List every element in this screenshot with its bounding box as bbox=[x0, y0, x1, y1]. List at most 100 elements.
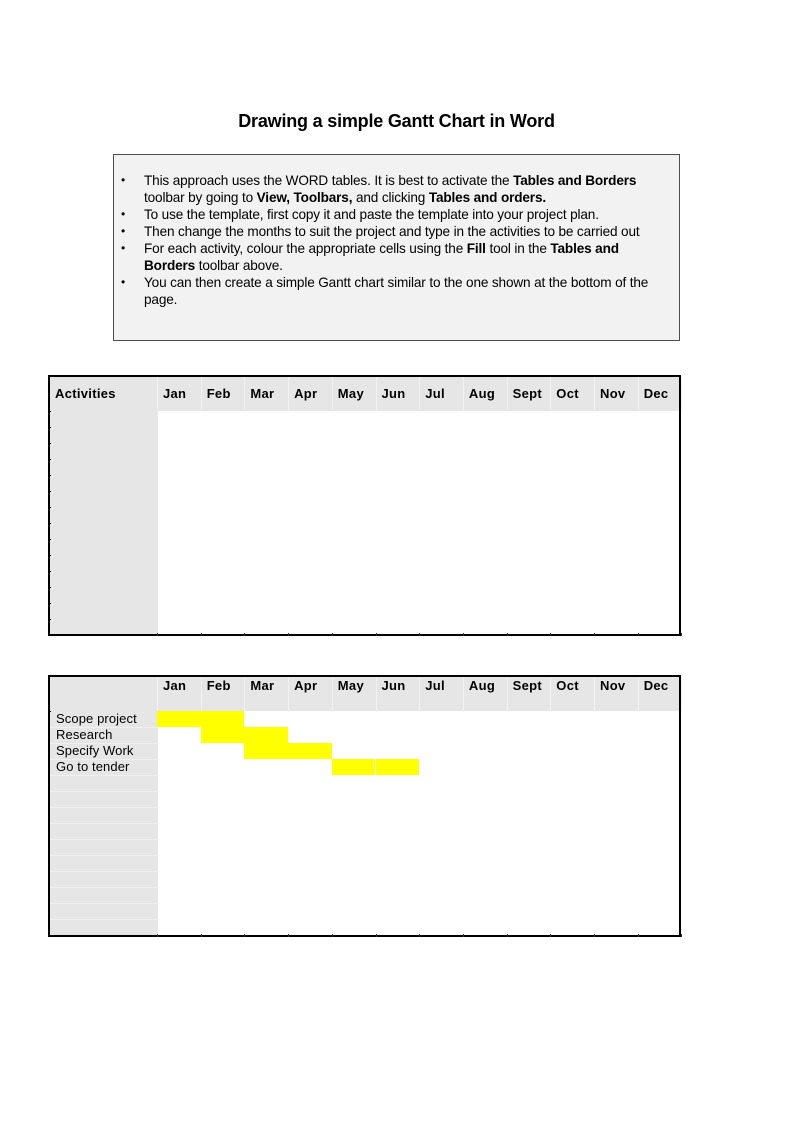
month-header-oct: Oct bbox=[556, 678, 579, 693]
month-header-aug: Aug bbox=[468, 678, 496, 693]
row-divider bbox=[50, 791, 158, 792]
column-tick bbox=[200, 934, 202, 937]
instruction-text: You can then create a simple Gantt chart… bbox=[144, 275, 649, 307]
row-tick bbox=[48, 459, 51, 460]
month-header-jan: Jan bbox=[163, 678, 187, 693]
instruction-item: • To use the template, first copy it and … bbox=[114, 206, 679, 223]
column-divider bbox=[244, 677, 246, 711]
column-divider bbox=[200, 377, 202, 411]
gantt-bar-cell bbox=[288, 743, 332, 759]
column-divider bbox=[637, 377, 639, 411]
column-divider bbox=[157, 377, 158, 411]
table-header-row bbox=[50, 677, 679, 711]
task-label: Go to tender bbox=[56, 759, 130, 774]
column-divider bbox=[637, 677, 639, 711]
gantt-bar-cell bbox=[200, 727, 245, 743]
column-divider bbox=[594, 377, 595, 411]
column-divider bbox=[200, 677, 202, 711]
instruction-emphasis: View, Toolbars, bbox=[256, 190, 353, 205]
gantt-bar-cell bbox=[157, 711, 201, 727]
instruction-text: and clicking bbox=[352, 190, 429, 205]
month-header-sept: Sept bbox=[512, 678, 542, 693]
month-header-apr: Apr bbox=[294, 386, 318, 401]
instruction-text: This approach uses the WORD tables. It i… bbox=[144, 173, 514, 188]
bullet-icon: • bbox=[121, 275, 126, 289]
row-tick bbox=[48, 539, 51, 540]
column-tick bbox=[375, 934, 377, 937]
column-divider bbox=[331, 377, 333, 411]
instructions-box: • This approach uses the WORD tables. It … bbox=[113, 154, 680, 341]
month-header-jul: Jul bbox=[425, 386, 445, 401]
column-divider bbox=[419, 677, 421, 711]
column-tick bbox=[550, 934, 552, 937]
month-header-dec: Dec bbox=[643, 386, 669, 401]
month-header-jul: Jul bbox=[425, 678, 445, 693]
instruction-text: toolbar above. bbox=[195, 258, 283, 273]
column-tick bbox=[288, 633, 290, 636]
bullet-icon: • bbox=[121, 224, 126, 238]
month-header-may: May bbox=[337, 386, 364, 401]
gantt-example-table: Jan Feb Mar Apr May Jun Jul Aug Sept Oct Nov Dec Sco… bbox=[48, 675, 683, 937]
row-divider bbox=[50, 855, 158, 856]
column-tick bbox=[506, 633, 508, 636]
column-tick bbox=[594, 934, 595, 937]
row-divider bbox=[50, 887, 158, 888]
month-header-feb: Feb bbox=[206, 386, 231, 401]
column-divider bbox=[681, 677, 683, 711]
instruction-emphasis: Fill bbox=[466, 241, 486, 256]
month-header-sept: Sept bbox=[512, 386, 542, 401]
row-divider bbox=[50, 839, 158, 840]
instruction-emphasis: Tables and Borders bbox=[513, 173, 637, 188]
bullet-icon: • bbox=[121, 207, 126, 221]
row-tick bbox=[48, 571, 51, 572]
column-divider bbox=[375, 377, 377, 411]
column-tick bbox=[637, 633, 639, 636]
column-tick bbox=[157, 934, 158, 937]
column-divider bbox=[681, 377, 683, 411]
month-header-may: May bbox=[337, 678, 364, 693]
month-header-jun: Jun bbox=[381, 678, 406, 693]
instruction-text: toolbar by going to bbox=[144, 190, 257, 205]
month-header-feb: Feb bbox=[206, 678, 231, 693]
column-tick bbox=[419, 934, 421, 937]
month-header-nov: Nov bbox=[600, 678, 626, 693]
column-divider bbox=[419, 377, 421, 411]
row-tick bbox=[48, 619, 51, 620]
instruction-emphasis: Tables and orders. bbox=[428, 190, 546, 205]
month-header-apr: Apr bbox=[294, 678, 318, 693]
gantt-bar-cell bbox=[244, 727, 289, 743]
month-header-mar: Mar bbox=[250, 386, 275, 401]
column-tick bbox=[157, 633, 158, 636]
column-tick bbox=[419, 633, 421, 636]
column-tick bbox=[200, 633, 202, 636]
instructions-list: • This approach uses the WORD tables. It … bbox=[114, 172, 679, 308]
row-tick bbox=[48, 443, 51, 444]
column-tick bbox=[375, 633, 377, 636]
row-tick bbox=[48, 555, 51, 556]
instruction-text: To use the template, first copy it and p… bbox=[144, 207, 599, 222]
column-tick bbox=[462, 633, 464, 636]
page-title: Drawing a simple Gantt Chart in Word bbox=[238, 111, 555, 131]
gantt-bar-cell bbox=[331, 759, 376, 775]
column-tick bbox=[681, 633, 683, 636]
column-divider bbox=[288, 677, 290, 711]
column-tick bbox=[331, 934, 333, 937]
row-divider bbox=[50, 919, 158, 920]
column-divider bbox=[550, 377, 552, 411]
instruction-text: Then change the months to suit the proje… bbox=[144, 224, 640, 239]
activities-header: Activities bbox=[55, 386, 116, 401]
column-tick bbox=[637, 934, 639, 937]
row-tick bbox=[48, 475, 51, 476]
month-header-jun: Jun bbox=[381, 386, 406, 401]
month-header-dec: Dec bbox=[643, 678, 669, 693]
column-tick bbox=[244, 633, 246, 636]
column-divider bbox=[506, 377, 508, 411]
bullet-icon: • bbox=[121, 173, 126, 187]
instruction-text: tool in the bbox=[485, 241, 551, 256]
row-divider bbox=[50, 807, 158, 808]
task-label: Specify Work bbox=[56, 743, 134, 758]
row-tick bbox=[48, 427, 51, 428]
column-divider bbox=[506, 677, 508, 711]
row-tick bbox=[48, 587, 51, 588]
column-divider bbox=[375, 677, 377, 711]
